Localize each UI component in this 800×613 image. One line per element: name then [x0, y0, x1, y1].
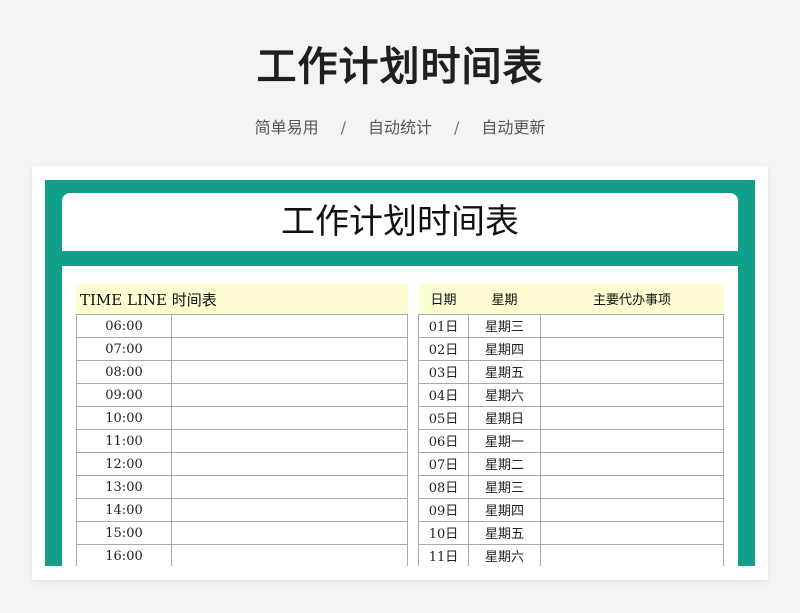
- column-header-date: 日期: [418, 284, 469, 314]
- date-cell: 07日: [418, 451, 469, 476]
- weekday-cell: 星期四: [468, 336, 541, 361]
- timeline-row: 16:00: [76, 544, 408, 566]
- time-cell: 10:00: [76, 406, 172, 430]
- task-cell[interactable]: [540, 520, 724, 545]
- schedule-cell[interactable]: [171, 452, 408, 476]
- schedule-cell[interactable]: [171, 521, 408, 545]
- weekday-cell: 星期四: [468, 497, 541, 522]
- weekday-cell: 星期一: [468, 428, 541, 453]
- schedule-cell[interactable]: [171, 314, 408, 338]
- timeline-table: 06:00 07:00 08:00 09:00 10:00 11:00 12:00 13:00…: [76, 314, 408, 566]
- timeline-row: 07:00: [76, 337, 408, 361]
- date-cell: 11日: [418, 543, 469, 566]
- sheet-body: TIME LINE 时间表 06:00 07:00 08:00 09:00 10:00 1…: [62, 266, 738, 566]
- timeline-row: 15:00: [76, 521, 408, 545]
- weekday-cell: 星期六: [468, 382, 541, 407]
- date-cell: 01日: [418, 313, 469, 338]
- task-cell[interactable]: [540, 359, 724, 384]
- timeline-row: 09:00: [76, 383, 408, 407]
- calendar-row: 05日 星期日: [418, 405, 724, 430]
- schedule-cell[interactable]: [171, 429, 408, 453]
- schedule-cell[interactable]: [171, 360, 408, 384]
- calendar-section: 日期 星期 主要代办事项 01日 星期三 02日 星期四 03日 星期五 04日 星期六 05日…: [418, 284, 724, 566]
- timeline-row: 11:00: [76, 429, 408, 453]
- time-cell: 09:00: [76, 383, 172, 407]
- schedule-cell[interactable]: [171, 383, 408, 407]
- date-cell: 03日: [418, 359, 469, 384]
- tag-separator: /: [340, 118, 346, 137]
- task-cell[interactable]: [540, 474, 724, 499]
- weekday-cell: 星期三: [468, 313, 541, 338]
- task-cell[interactable]: [540, 313, 724, 338]
- calendar-header-row: 日期 星期 主要代办事项: [418, 284, 724, 314]
- weekday-cell: 星期三: [468, 474, 541, 499]
- time-cell: 07:00: [76, 337, 172, 361]
- task-cell[interactable]: [540, 405, 724, 430]
- weekday-cell: 星期二: [468, 451, 541, 476]
- weekday-cell: 星期五: [468, 359, 541, 384]
- calendar-row: 08日 星期三: [418, 474, 724, 499]
- task-cell[interactable]: [540, 451, 724, 476]
- schedule-cell[interactable]: [171, 406, 408, 430]
- schedule-cell[interactable]: [171, 544, 408, 566]
- calendar-row: 11日 星期六: [418, 543, 724, 566]
- timeline-row: 08:00: [76, 360, 408, 384]
- timeline-section: TIME LINE 时间表 06:00 07:00 08:00 09:00 10:00 1…: [76, 284, 408, 566]
- schedule-cell[interactable]: [171, 498, 408, 522]
- column-header-weekday: 星期: [468, 284, 541, 314]
- calendar-row: 02日 星期四: [418, 336, 724, 361]
- timeline-header: TIME LINE 时间表: [76, 284, 408, 314]
- spreadsheet-preview: 工作计划时间表 TIME LINE 时间表 06:00 07:00 08:00 09:…: [45, 180, 755, 566]
- weekday-cell: 星期五: [468, 520, 541, 545]
- timeline-row: 14:00: [76, 498, 408, 522]
- time-cell: 12:00: [76, 452, 172, 476]
- calendar-row: 04日 星期六: [418, 382, 724, 407]
- task-cell[interactable]: [540, 543, 724, 566]
- timeline-row: 06:00: [76, 314, 408, 338]
- date-cell: 10日: [418, 520, 469, 545]
- tag-separator: /: [454, 118, 460, 137]
- date-cell: 04日: [418, 382, 469, 407]
- time-cell: 15:00: [76, 521, 172, 545]
- time-cell: 14:00: [76, 498, 172, 522]
- date-cell: 08日: [418, 474, 469, 499]
- feature-tag: 简单易用: [254, 118, 319, 137]
- calendar-row: 09日 星期四: [418, 497, 724, 522]
- feature-tags: 简单易用 / 自动统计 / 自动更新: [0, 114, 800, 138]
- schedule-cell[interactable]: [171, 475, 408, 499]
- page-title: 工作计划时间表: [256, 44, 544, 90]
- weekday-cell: 星期日: [468, 405, 541, 430]
- preview-card: 工作计划时间表 TIME LINE 时间表 06:00 07:00 08:00 09:…: [32, 166, 768, 580]
- feature-tag: 自动更新: [481, 118, 546, 137]
- feature-tag: 自动统计: [367, 118, 432, 137]
- date-cell: 06日: [418, 428, 469, 453]
- time-cell: 06:00: [76, 314, 172, 338]
- timeline-row: 13:00: [76, 475, 408, 499]
- weekday-cell: 星期六: [468, 543, 541, 566]
- task-cell[interactable]: [540, 497, 724, 522]
- time-cell: 08:00: [76, 360, 172, 384]
- schedule-cell[interactable]: [171, 337, 408, 361]
- task-cell[interactable]: [540, 428, 724, 453]
- timeline-row: 12:00: [76, 452, 408, 476]
- timeline-row: 10:00: [76, 406, 408, 430]
- time-cell: 16:00: [76, 544, 172, 566]
- date-cell: 05日: [418, 405, 469, 430]
- calendar-row: 03日 星期五: [418, 359, 724, 384]
- date-cell: 09日: [418, 497, 469, 522]
- column-header-tasks: 主要代办事项: [540, 284, 724, 314]
- calendar-row: 06日 星期一: [418, 428, 724, 453]
- sheet-title: 工作计划时间表: [62, 193, 738, 251]
- calendar-row: 07日 星期二: [418, 451, 724, 476]
- calendar-table: 日期 星期 主要代办事项 01日 星期三 02日 星期四 03日 星期五 04日 星期六 05日…: [418, 284, 724, 566]
- calendar-row: 10日 星期五: [418, 520, 724, 545]
- date-cell: 02日: [418, 336, 469, 361]
- calendar-row: 01日 星期三: [418, 313, 724, 338]
- time-cell: 13:00: [76, 475, 172, 499]
- task-cell[interactable]: [540, 336, 724, 361]
- task-cell[interactable]: [540, 382, 724, 407]
- time-cell: 11:00: [76, 429, 172, 453]
